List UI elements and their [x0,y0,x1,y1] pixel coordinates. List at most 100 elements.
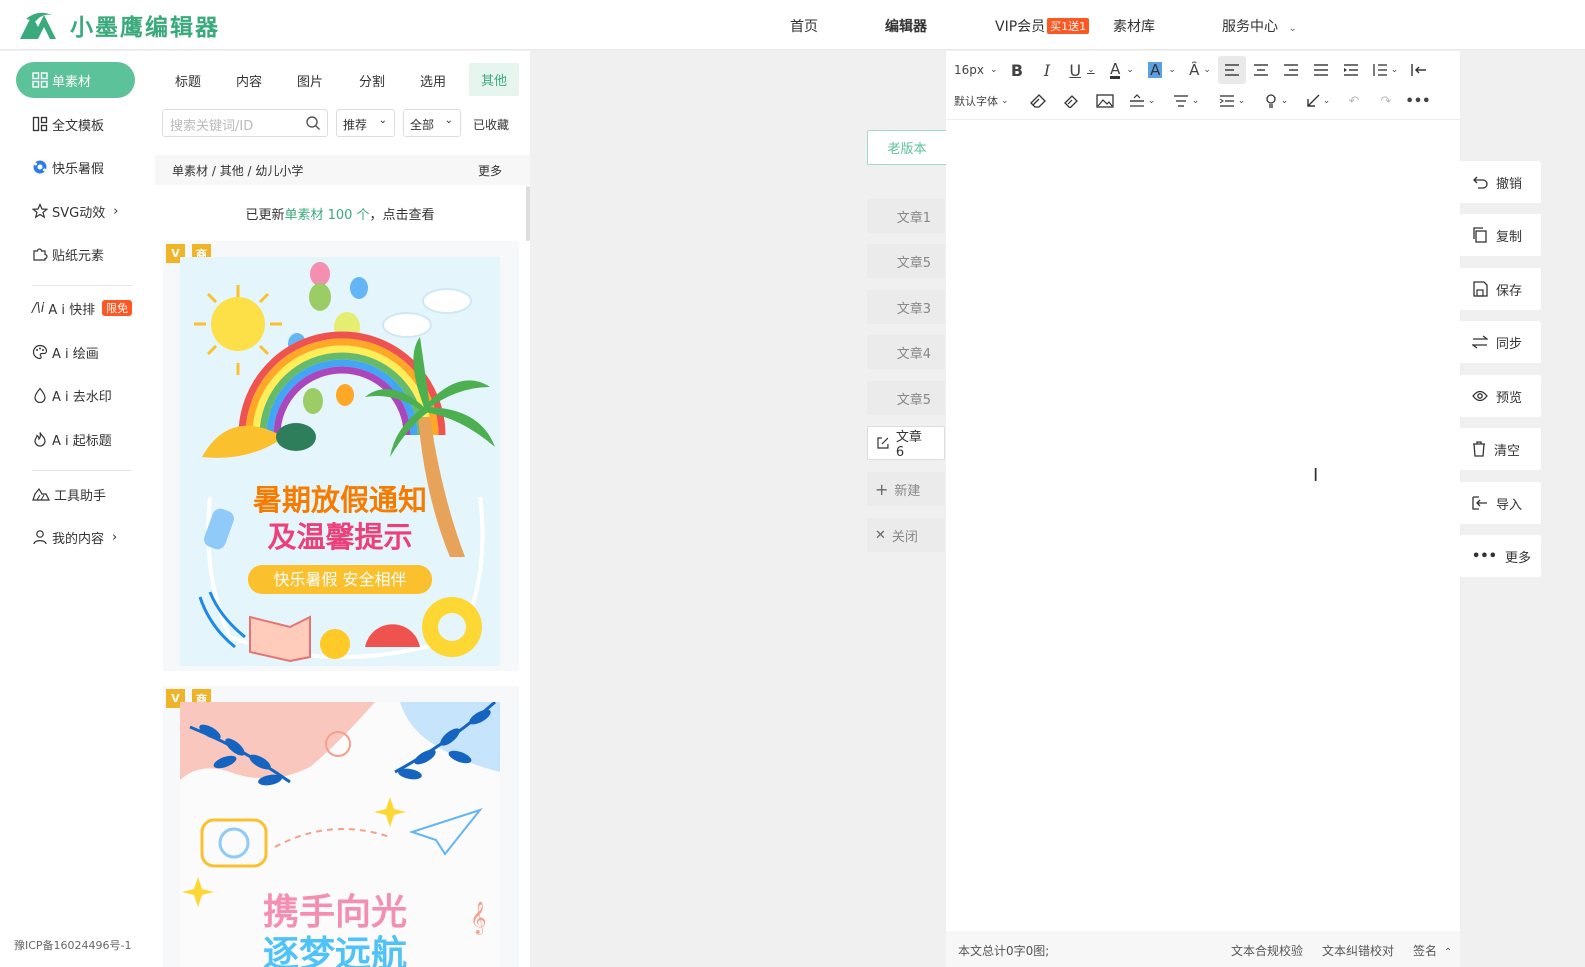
font-color-icon[interactable]: A ⌄ [1102,56,1142,84]
highlight-color-icon[interactable]: A ⌄ [1142,56,1182,84]
save-button[interactable]: 保存 [1460,268,1541,310]
sidebar-item-summer[interactable]: 快乐暑假 [16,150,135,184]
nav-service[interactable]: 服务中心 ⌄ [1222,16,1297,36]
logo-icon [20,12,56,39]
sidebar-item-svg[interactable]: SVG动效 › [16,194,135,228]
template-icon [32,116,48,132]
search-icon[interactable] [305,115,321,131]
sidebar-item-ai-title[interactable]: A i 起标题 [16,422,135,456]
favorites-link[interactable]: 已收藏 [473,116,509,133]
undo-icon[interactable]: ↶ [1338,87,1370,115]
undo-button[interactable]: 撤销 [1460,161,1541,203]
logo-text: 小墨鹰编辑器 [70,15,220,41]
more-link[interactable]: 更多 [478,162,502,179]
article-tab[interactable]: 文章5 [867,381,945,415]
format-painter-icon[interactable] [1054,87,1088,115]
more-options-icon[interactable]: ••• [1402,87,1434,115]
italic-icon[interactable]: I [1032,56,1062,84]
sidebar-item-tools[interactable]: 工具助手 [16,477,135,511]
copy-label: 复制 [1496,229,1523,245]
sidebar-item-single-material[interactable]: 单素材 [16,62,135,98]
article-tab-current[interactable]: 文章6 [867,426,945,460]
new-article-button[interactable]: + 新建 [867,472,945,506]
tab-other[interactable]: 其他 [469,63,520,96]
align-center-icon[interactable] [1246,56,1276,84]
compliance-check-link[interactable]: 文本合规校验 [1231,942,1303,959]
sidebar-item-ai-layout[interactable]: /\i A i 快排 限免 [16,291,135,325]
tab-image[interactable]: 图片 [297,71,323,90]
tab-selected[interactable]: 选用 [420,71,446,90]
image-icon[interactable] [1088,87,1122,115]
article-tab[interactable]: 文章5 [867,244,945,278]
chevron-down-icon: ⌄ [1288,23,1297,34]
import-button[interactable]: 导入 [1460,482,1541,524]
align-left-icon[interactable] [1218,56,1246,84]
line-height-icon[interactable]: ⌄ [1366,56,1404,84]
breadcrumb-item[interactable]: 幼儿小学 [255,164,303,178]
spacing-icon[interactable]: ⌄ [1162,87,1210,115]
editor-area: 16px ⌄ B I U ⌄ A ⌄ A ⌄ Ȃ ⌄ ⌄ 默认字体 ⌄ ⌄ ⌄ ⌄ ⌄ … [946,51,1460,967]
nav-materials[interactable]: 素材库 [1113,16,1155,36]
preview-button[interactable]: 预览 [1460,375,1541,417]
sync-button[interactable]: 同步 [1460,321,1541,363]
arrow-diagonal-icon[interactable]: ⌄ [1298,87,1338,115]
sidebar-item-ai-paint[interactable]: A i 绘画 [16,335,135,369]
icp-text[interactable]: 豫ICP备16024496号-1 [14,937,132,953]
article-tab[interactable]: 文章1 [867,199,945,233]
nav-vip[interactable]: VIP会员 买1送1 [995,16,1090,36]
filter-select[interactable]: 全部 ⌄ [403,109,461,137]
article-tab[interactable]: 文章4 [867,335,945,369]
tab-divider[interactable]: 分割 [359,71,385,90]
divider-line-icon[interactable]: ⌄ [1122,87,1162,115]
close-icon: ✕ [875,527,886,543]
notice-highlight: 单素材 100 个 [284,208,370,223]
proofread-link[interactable]: 文本纠错校对 [1322,942,1394,959]
star-icon [32,203,48,219]
underline-icon[interactable]: U ⌄ [1062,56,1102,84]
sidebar-item-templates[interactable]: 全文模板 [16,107,135,141]
tab-title[interactable]: 标题 [175,71,201,90]
eraser-icon[interactable] [1022,87,1054,115]
bold-icon[interactable]: B [1002,56,1032,84]
font-family-value: 默认字体 [954,95,998,108]
sidebar-item-label: A i 快排 [48,302,96,318]
search-input[interactable]: 搜索关键词/ID [162,109,328,137]
copy-button[interactable]: 复制 [1460,214,1541,256]
sidebar-item-ai-watermark[interactable]: A i 去水印 [16,378,135,412]
redo-icon[interactable]: ↷ [1370,87,1402,115]
exit-icon[interactable] [1404,56,1434,84]
import-icon [1472,496,1487,510]
tab-content[interactable]: 内容 [236,71,262,90]
signature-toggle[interactable]: 签名 ⌃ [1413,942,1452,959]
scrollbar-thumb[interactable] [526,186,530,241]
close-article-button[interactable]: ✕ 关闭 [867,518,945,552]
search-placeholder: 搜索关键词/ID [170,119,254,134]
material-card[interactable]: V 商 携手向光 逐梦远航 𝄞 [163,686,519,967]
editor-content[interactable] [946,120,1460,930]
chevron-down-icon: ⌄ [444,115,453,126]
sidebar-item-stickers[interactable]: 贴纸元素 [16,237,135,271]
align-justify-icon[interactable] [1306,56,1336,84]
nav-home[interactable]: 首页 [790,16,818,36]
bulb-icon[interactable]: ⌄ [1254,87,1298,115]
align-right-icon[interactable] [1276,56,1306,84]
sidebar-item-my-content[interactable]: 我的内容 › [16,520,135,554]
sidebar-item-label: SVG动效 [52,205,106,221]
breadcrumb-item[interactable]: 其他 [220,164,244,178]
more-dots-icon: ••• [1472,548,1497,564]
article-tab[interactable]: 文章3 [867,290,945,324]
material-card[interactable]: V 商 暑期放假通知 及温馨提示 快乐暑假 安全相伴 [163,241,519,671]
clear-button[interactable]: 清空 [1460,428,1541,470]
old-version-button[interactable]: 老版本 [867,130,947,165]
nav-editor[interactable]: 编辑器 [885,16,927,36]
breadcrumb-item[interactable]: 单素材 [172,164,208,178]
update-notice[interactable]: 已更新单素材 100 个，点击查看 [155,191,525,235]
font-size-select[interactable]: 16px ⌄ [952,56,1002,84]
more-button[interactable]: ••• 更多 [1460,535,1541,577]
text-effect-icon[interactable]: Ȃ ⌄ [1182,56,1218,84]
paragraph-indent-icon[interactable]: ⌄ [1210,87,1254,115]
sort-select[interactable]: 推荐 ⌄ [336,109,395,137]
logo[interactable]: 小墨鹰编辑器 [18,8,220,42]
indent-icon[interactable] [1336,56,1366,84]
font-family-select[interactable]: 默认字体 ⌄ [952,87,1022,115]
